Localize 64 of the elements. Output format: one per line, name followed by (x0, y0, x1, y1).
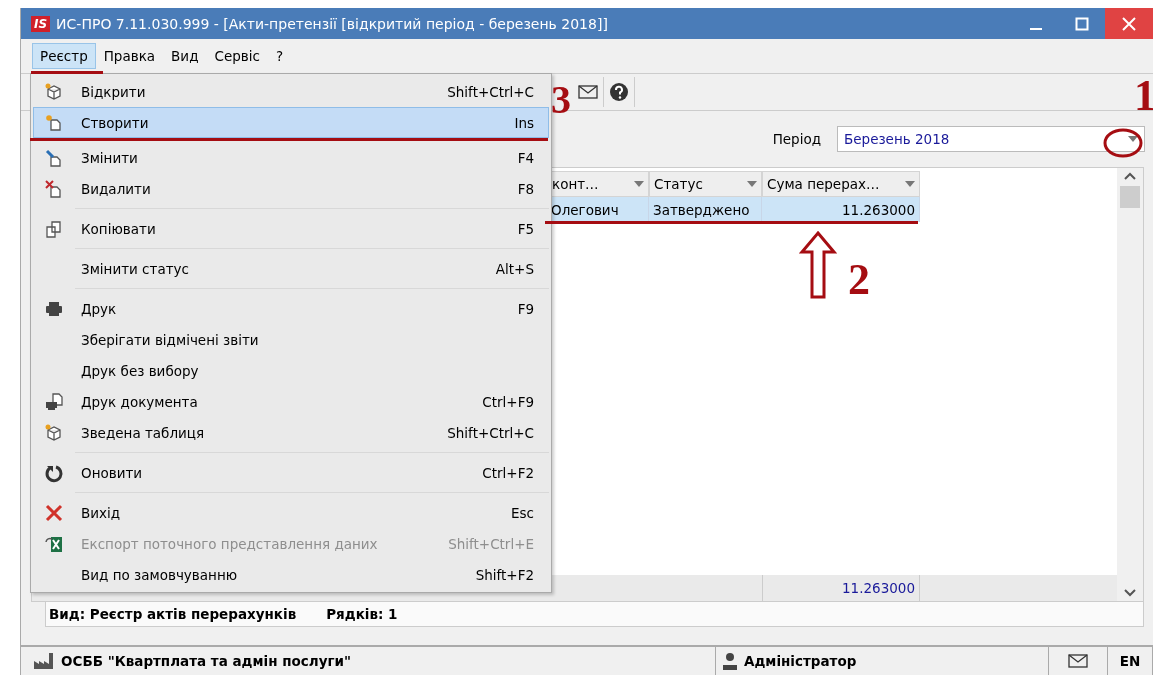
maximize-icon (1075, 16, 1089, 31)
organization-name: ОСББ "Квартплата та адмін послуги" (61, 653, 351, 669)
menu-bar-item[interactable]: Правка (95, 43, 164, 69)
factory-icon (33, 652, 55, 670)
menu-bar-item[interactable]: ? (267, 43, 292, 69)
box-icon (44, 422, 64, 443)
new-document-icon (44, 112, 64, 133)
filter-caret-icon (747, 181, 757, 187)
scroll-thumb[interactable] (1120, 186, 1140, 208)
menu-item[interactable]: Друк F9 (33, 293, 549, 324)
annotation-underline (31, 71, 103, 74)
edit-document-icon (44, 147, 64, 168)
annotation-number: 2 (848, 258, 870, 302)
scrollbar[interactable] (1117, 168, 1143, 601)
menu-item[interactable]: Друк документа Ctrl+F9 (33, 386, 549, 417)
row-count: Рядків: 1 (326, 606, 398, 622)
menu-bar-item[interactable]: Реєстр (32, 43, 96, 69)
close-icon (1122, 16, 1136, 31)
app-logo: IS (31, 15, 51, 32)
close-button[interactable] (1105, 8, 1153, 39)
period-dropdown[interactable]: Березень 2018 (837, 126, 1145, 152)
period-label: Період (772, 131, 821, 147)
view-name: Вид: Реєстр актів перерахунків (49, 606, 297, 622)
print-document-icon (44, 391, 64, 412)
column-header[interactable]: Сума перерах… (762, 171, 920, 197)
user-icon (722, 652, 738, 670)
scroll-up-icon (1124, 172, 1136, 180)
menu-item[interactable]: Відкрити Shift+Ctrl+C (33, 76, 549, 107)
menu-item[interactable]: Вид по замовчуванню Shift+F2 (33, 559, 549, 590)
menu-item[interactable]: Видалити F8 (33, 173, 549, 204)
menu-bar-item[interactable]: Вид (163, 43, 207, 69)
menu-item[interactable]: Оновити Ctrl+F2 (33, 457, 549, 488)
minimize-icon (1030, 27, 1042, 30)
box-icon (44, 81, 64, 102)
menu-bar-item[interactable]: Сервіс (206, 43, 268, 69)
total-cell: 11.263000 (762, 575, 920, 601)
menu-item[interactable]: Зведена таблиця Shift+Ctrl+C (33, 417, 549, 448)
mail-icon (578, 84, 598, 100)
annotation-circle (1103, 128, 1143, 158)
window-title: ИС-ПРО 7.11.030.999 - [Акти-претензії [відкритий період - березень 2018]] (56, 15, 609, 32)
menu-item[interactable]: Друк без вибору (33, 355, 549, 386)
filter-caret-icon (634, 181, 644, 187)
annotation-arrow (798, 230, 838, 299)
scroll-down-icon (1124, 589, 1136, 597)
menu-item[interactable]: Зберігати відмічені звіти (33, 324, 549, 355)
menu-item[interactable]: Змінити статус Alt+S (33, 253, 549, 284)
annotation-number: 1 (1134, 74, 1153, 118)
menu-item[interactable]: Змінити F4 (33, 142, 549, 173)
table-cell: Затверджено (649, 197, 762, 222)
delete-document-icon (44, 178, 64, 199)
mail-icon[interactable] (1068, 654, 1088, 668)
annotation-number: 3 (551, 80, 571, 120)
copy-icon (44, 218, 64, 239)
user-name: Адміністратор (744, 653, 857, 669)
filter-caret-icon (905, 181, 915, 187)
column-header[interactable]: Статус (649, 171, 762, 197)
menu-item[interactable]: Створити Ins (33, 107, 549, 138)
language-indicator[interactable]: EN (1119, 653, 1141, 669)
table-cell: 11.263000 (762, 197, 920, 222)
close-icon (44, 502, 64, 523)
help-icon (609, 82, 629, 102)
menu-item[interactable]: Вихід Esc (33, 497, 549, 528)
caret-icon (1128, 136, 1138, 142)
menu-item[interactable]: Копіювати F5 (33, 213, 549, 244)
